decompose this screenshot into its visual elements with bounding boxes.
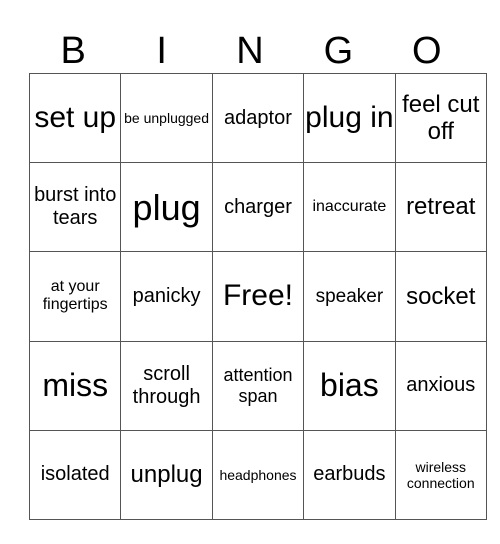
bingo-cell[interactable]: headphones <box>211 429 305 520</box>
header-letter-n: N <box>236 30 264 72</box>
bingo-cell[interactable]: wireless connection <box>394 429 487 520</box>
grid-row: miss scroll through attention span bias anxi… <box>28 340 487 431</box>
bingo-cell[interactable]: retreat <box>394 162 487 253</box>
bingo-cell[interactable]: anxious <box>394 340 487 431</box>
bingo-cell[interactable]: bias <box>303 340 396 431</box>
bingo-header: B I N G O <box>29 30 471 73</box>
bingo-cell[interactable]: inaccurate <box>303 162 396 253</box>
bingo-cell[interactable]: set up <box>28 72 122 164</box>
bingo-cell[interactable]: feel cut off <box>394 72 487 164</box>
bingo-cell[interactable]: burst into tears <box>28 162 122 253</box>
grid-row: set up be unplugged adaptor plug in feel cut… <box>28 72 487 164</box>
bingo-cell[interactable]: miss <box>28 340 122 431</box>
free-space-cell[interactable]: Free! <box>211 251 305 342</box>
bingo-cell[interactable]: be unplugged <box>120 72 213 164</box>
grid-row: at your fingertips panicky Free! speaker soc… <box>28 251 487 342</box>
bingo-cell[interactable]: unplug <box>120 429 213 520</box>
bingo-cell[interactable]: scroll through <box>120 340 213 431</box>
bingo-cell[interactable]: earbuds <box>303 429 396 520</box>
header-letter-b: B <box>60 30 86 72</box>
bingo-cell[interactable]: speaker <box>303 251 396 342</box>
bingo-cell[interactable]: socket <box>394 251 487 342</box>
grid-row: isolated unplug headphones earbuds wireless … <box>28 429 487 520</box>
header-letter-i: I <box>156 30 167 72</box>
bingo-cell[interactable]: adaptor <box>211 72 305 164</box>
bingo-grid: set up be unplugged adaptor plug in feel cut… <box>28 72 487 520</box>
bingo-cell[interactable]: plug in <box>303 72 396 164</box>
bingo-cell[interactable]: at your fingertips <box>28 251 122 342</box>
bingo-cell[interactable]: panicky <box>120 251 213 342</box>
grid-row: burst into tears plug charger inaccurate ret… <box>28 162 487 253</box>
bingo-cell[interactable]: plug <box>120 162 213 253</box>
bingo-cell[interactable]: charger <box>211 162 305 253</box>
header-letter-o: O <box>412 30 442 72</box>
bingo-cell[interactable]: isolated <box>28 429 122 520</box>
bingo-cell[interactable]: attention span <box>211 340 305 431</box>
header-letter-g: G <box>323 30 354 72</box>
